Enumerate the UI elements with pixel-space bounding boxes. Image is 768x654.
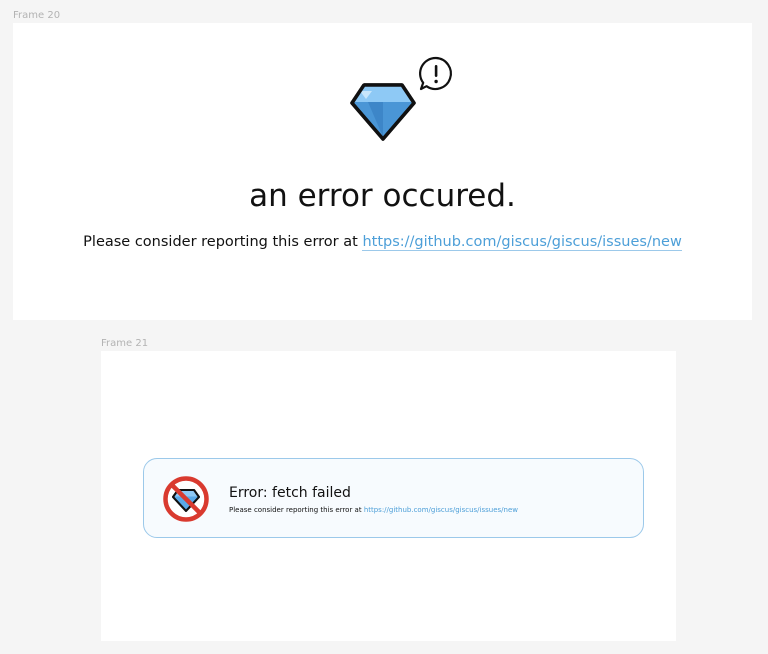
fetch-error-message-text: Please consider reporting this error at [229, 506, 364, 514]
no-gem-icon [163, 476, 209, 522]
fetch-error-title: Error: fetch failed [229, 485, 351, 501]
fetch-error-message: Please consider reporting this error at … [229, 505, 518, 515]
report-issue-link[interactable]: https://github.com/giscus/giscus/issues/… [362, 234, 682, 251]
frame-21: Error: fetch failed Please consider repo… [101, 351, 676, 641]
frame-21-label: Frame 21 [101, 338, 149, 349]
error-card: Error: fetch failed Please consider repo… [143, 458, 644, 538]
error-message-text: Please consider reporting this error at [83, 234, 363, 250]
frame-20-label: Frame 20 [13, 10, 61, 21]
error-title: an error occured. [249, 178, 516, 214]
fetch-report-issue-link[interactable]: https://github.com/giscus/giscus/issues/… [364, 506, 518, 514]
speech-bubble-exclamation-icon [419, 56, 452, 91]
gem-icon [350, 83, 416, 141]
error-message: Please consider reporting this error at … [13, 231, 752, 253]
frame-20: an error occured. Please consider report… [13, 23, 752, 320]
